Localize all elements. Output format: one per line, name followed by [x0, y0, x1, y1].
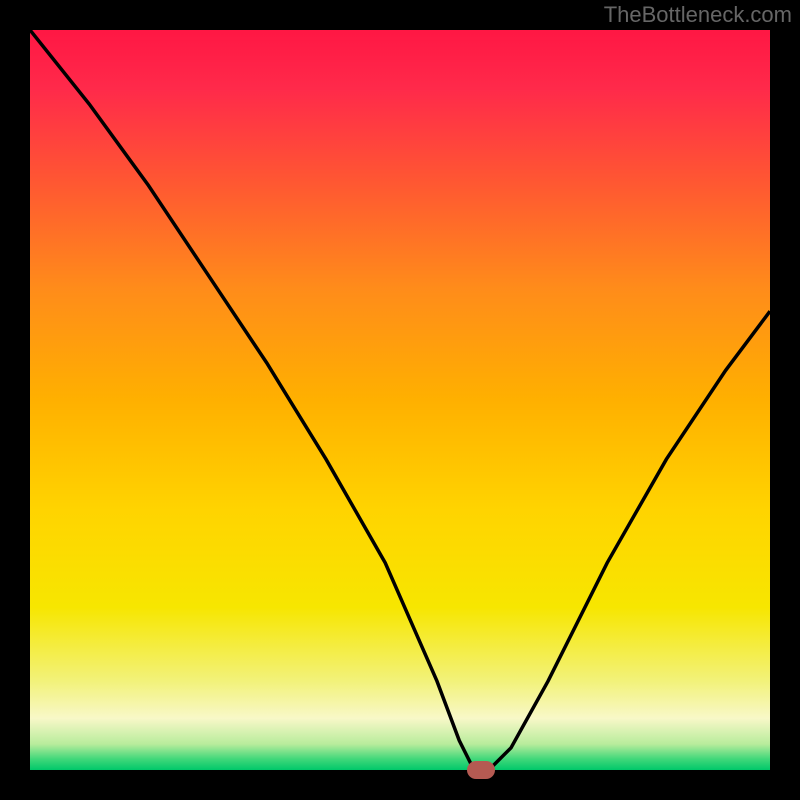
- watermark-text: TheBottleneck.com: [604, 2, 792, 28]
- chart-area: [30, 30, 770, 770]
- chart-background: [30, 30, 770, 770]
- chart-svg: [30, 30, 770, 770]
- optimal-point-marker: [467, 761, 495, 779]
